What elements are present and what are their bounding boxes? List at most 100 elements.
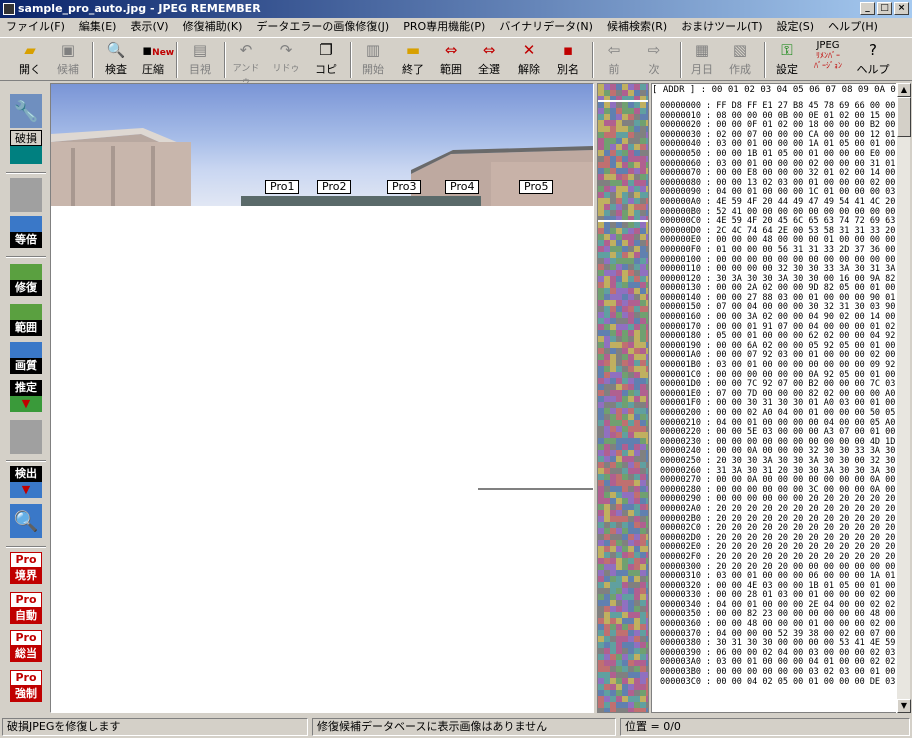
sidebar-pro-force[interactable]: Pro 強制 xyxy=(10,670,42,704)
menu-data-error-repair[interactable]: データエラーの画像修復(J) xyxy=(256,18,389,36)
menu-settings[interactable]: 設定(S) xyxy=(777,18,815,36)
sidebar-equal[interactable]: 等倍 xyxy=(10,216,42,250)
scroll-thumb[interactable] xyxy=(897,97,911,137)
redo-button[interactable]: ↷ リドゥ xyxy=(270,41,302,79)
sidebar-estimate-label: 推定 xyxy=(10,380,42,396)
maximize-button[interactable]: □ xyxy=(877,2,892,15)
status-middle: 修復候補データベースに表示画像はありません xyxy=(312,718,616,736)
rename-label: 別名 xyxy=(557,63,579,76)
sidebar-search[interactable]: 🔍 xyxy=(10,504,42,538)
scroll-up-arrow[interactable]: ▲ xyxy=(897,83,911,97)
sidebar-blank-tool-2[interactable] xyxy=(10,420,42,454)
calendar-icon: ▦ xyxy=(694,41,710,59)
image-viewer[interactable]: Pro1 Pro2 Pro3 Pro4 Pro5 xyxy=(50,83,594,713)
help-button[interactable]: ? ヘルプ xyxy=(856,41,890,79)
menu-file[interactable]: ファイル(F) xyxy=(6,18,65,36)
toolbar-separator xyxy=(350,42,352,78)
inspect-button[interactable]: 🔍 検査 xyxy=(100,41,132,79)
version-bot-label: ﾊﾞｰｼﾞｮﾝ xyxy=(814,61,842,70)
image-data-marker xyxy=(478,488,593,490)
candidate-button[interactable]: ▣ 候補 xyxy=(50,41,86,79)
noise-visualization xyxy=(598,84,648,712)
pro3-label[interactable]: Pro3 xyxy=(387,180,422,194)
redo-icon: ↷ xyxy=(279,41,293,59)
settings-button[interactable]: ⚿ 設定 xyxy=(770,41,804,79)
menu-pro[interactable]: PRO専用機能(P) xyxy=(403,18,485,36)
month-day-button[interactable]: ▦ 月日 xyxy=(686,41,718,79)
menu-repair-assist[interactable]: 修復補助(K) xyxy=(183,18,243,36)
sidebar-range[interactable]: 範囲 xyxy=(10,304,42,338)
pro1-label[interactable]: Pro1 xyxy=(265,180,300,194)
menu-edit[interactable]: 編集(E) xyxy=(79,18,117,36)
version-button[interactable]: JPEG ﾘﾒﾝﾊﾞｰ ﾊﾞｰｼﾞｮﾝ xyxy=(808,41,848,79)
wrench-icon: 🔧 xyxy=(13,99,39,123)
sidebar-pro-total[interactable]: Pro 総当 xyxy=(10,630,42,664)
settings-label: 設定 xyxy=(776,63,798,76)
version-top-label: JPEG xyxy=(816,40,840,51)
redo-label: リドゥ xyxy=(272,64,300,74)
menu-binary[interactable]: バイナリデータ(N) xyxy=(499,18,593,36)
next-button[interactable]: ⇨ 次 xyxy=(638,41,670,79)
prev-button[interactable]: ⇦ 前 xyxy=(598,41,630,79)
pro5-label[interactable]: Pro5 xyxy=(519,180,554,194)
sidebar-detect[interactable]: 検出 ▼ xyxy=(10,466,42,500)
equal-icon xyxy=(10,216,42,232)
hex-header: [ ADDR ] : 00 01 02 03 04 05 06 07 08 09… xyxy=(652,85,897,95)
hex-row[interactable]: 000003C0 : 00 00 04 02 05 00 01 00 00 00… xyxy=(660,677,895,688)
app-window: sample_pro_auto.jpg - JPEG REMEMBER _ □ … xyxy=(0,0,912,738)
sidebar-repair[interactable]: 修復 xyxy=(10,264,42,298)
menu-candidate-search[interactable]: 候補検索(R) xyxy=(607,18,667,36)
photo-preview: Pro1 Pro2 Pro3 Pro4 Pro5 xyxy=(51,84,593,206)
help-icon: ? xyxy=(869,41,877,59)
sidebar-broken[interactable]: 破損 xyxy=(10,130,42,166)
select-all-button[interactable]: ⇔ 全選 xyxy=(472,41,506,79)
menu-view[interactable]: 表示(V) xyxy=(130,18,168,36)
visual-label: 目視 xyxy=(189,63,211,76)
sidebar-repair-label: 修復 xyxy=(10,280,42,296)
minimize-button[interactable]: _ xyxy=(860,2,875,15)
copy-icon: ❐ xyxy=(319,41,333,59)
inspect-label: 検査 xyxy=(105,63,127,76)
menu-tools[interactable]: おまけツール(T) xyxy=(681,18,762,36)
sidebar-pro-auto[interactable]: Pro 自動 xyxy=(10,592,42,626)
window-title: sample_pro_auto.jpg - JPEG REMEMBER xyxy=(18,2,261,15)
pro-tag: Pro xyxy=(10,630,42,646)
end-button[interactable]: ▬ 終了 xyxy=(396,41,430,79)
magnifier-icon: 🔍 xyxy=(13,509,39,533)
title-bar: sample_pro_auto.jpg - JPEG REMEMBER _ □ … xyxy=(0,0,912,18)
pro2-label[interactable]: Pro2 xyxy=(317,180,352,194)
range-button[interactable]: ⇔ 範囲 xyxy=(434,41,468,79)
folder-open-icon: ▰ xyxy=(24,41,36,59)
pro4-label[interactable]: Pro4 xyxy=(445,180,480,194)
scroll-down-arrow[interactable]: ▼ xyxy=(897,699,911,713)
release-button[interactable]: ✕ 解除 xyxy=(512,41,546,79)
release-label: 解除 xyxy=(518,63,540,76)
binary-noise-map[interactable] xyxy=(597,83,649,713)
sidebar-separator xyxy=(6,460,46,462)
sidebar-separator xyxy=(6,546,46,548)
status-bar: 破損JPEGを修復します 修復候補データベースに表示画像はありません 位置 = … xyxy=(0,716,912,738)
undo-button[interactable]: ↶ アンドゥ xyxy=(230,41,262,87)
sidebar-pro-auto-label: 自動 xyxy=(10,608,42,624)
status-left: 破損JPEGを修復します xyxy=(2,718,308,736)
vertical-scrollbar[interactable]: ▲ ▼ xyxy=(896,83,911,713)
next-label: 次 xyxy=(648,63,660,76)
close-button[interactable]: × xyxy=(894,2,909,15)
sidebar-pro-border[interactable]: Pro 境界 xyxy=(10,552,42,586)
new-badge: New xyxy=(152,48,175,58)
open-button[interactable]: ▰ 開く xyxy=(12,41,48,79)
compress-button[interactable]: ▪New 圧縮 xyxy=(136,41,174,79)
start-button[interactable]: ▥ 開始 xyxy=(356,41,390,79)
create-button[interactable]: ▧ 作成 xyxy=(724,41,756,79)
open-label: 開く xyxy=(19,63,41,76)
menu-help[interactable]: ヘルプ(H) xyxy=(828,18,878,36)
sidebar-repair-tool[interactable]: 🔧 xyxy=(10,94,42,128)
sidebar-blank-tool[interactable] xyxy=(10,178,42,212)
hex-view[interactable]: [ ADDR ] : 00 01 02 03 04 05 06 07 08 09… xyxy=(651,83,897,713)
copy-button[interactable]: ❐ コピー xyxy=(310,41,342,92)
sidebar-quality[interactable]: 画質 xyxy=(10,342,42,376)
sidebar-range-label: 範囲 xyxy=(10,320,42,336)
visual-button[interactable]: ▤ 目視 xyxy=(182,41,218,79)
sidebar-estimate[interactable]: 推定 ▼ xyxy=(10,380,42,414)
rename-button[interactable]: ▪ 別名 xyxy=(550,41,586,79)
